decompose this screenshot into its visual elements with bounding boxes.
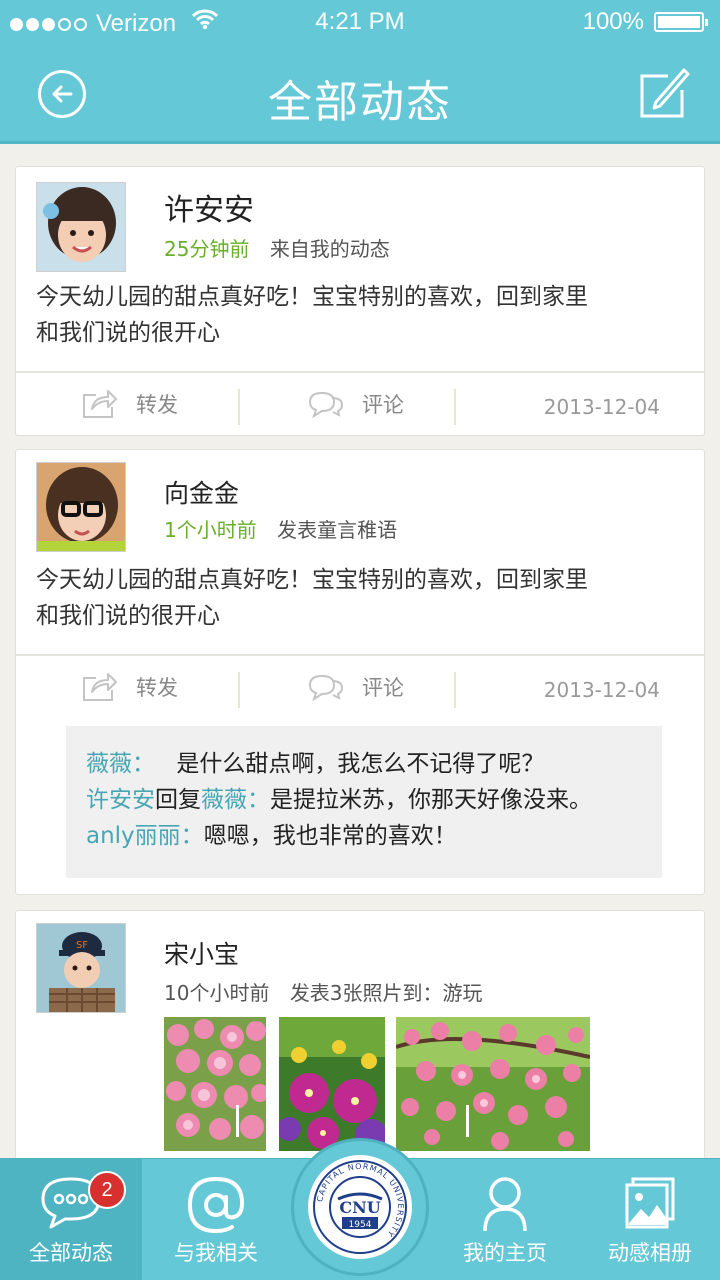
photo-album-icon: [580, 1175, 720, 1231]
post-card: SF 宋小宝 10个小时前 发表3张照片到：游玩: [15, 910, 705, 1170]
tab-label: 我的主页: [463, 1241, 547, 1265]
tab-label: 与我相关: [174, 1241, 258, 1265]
svg-text:SF: SF: [76, 940, 88, 951]
comment-list: 薇薇： 是什么甜点啊，我怎么不记得了呢？ 许安安回复薇薇：是提拉米苏，你那天好像…: [66, 726, 662, 878]
status-bar: Verizon 4:21 PM 100%: [0, 0, 720, 44]
post-source: 发表3张照片到：游玩: [289, 981, 483, 1005]
post-source: 发表童言稚语: [277, 518, 398, 542]
person-icon: [430, 1175, 580, 1235]
share-icon: [83, 673, 117, 701]
tab-my-homepage[interactable]: 我的主页: [430, 1159, 580, 1280]
compose-button[interactable]: [638, 66, 690, 124]
time-ago: 10个小时前: [164, 981, 270, 1005]
post-text-line: 和我们说的很开心: [36, 320, 220, 346]
svg-text:CNU: CNU: [339, 1198, 380, 1217]
forward-label: 转发: [136, 393, 178, 417]
svg-text:1954: 1954: [349, 1220, 372, 1230]
post-date: 2013-12-04: [543, 395, 660, 419]
comment-user[interactable]: anly丽丽：: [86, 823, 204, 849]
avatar[interactable]: [36, 462, 126, 552]
photo-thumbnail[interactable]: [164, 1017, 266, 1151]
post-meta: 10个小时前 发表3张照片到：游玩: [164, 977, 483, 1006]
comment-label: 评论: [362, 393, 404, 417]
comment-label: 评论: [362, 676, 404, 700]
forward-label: 转发: [136, 676, 178, 700]
comment-text: 是什么甜点啊，我怎么不记得了呢？: [176, 751, 545, 777]
post-text-line: 今天幼儿园的甜点真好吃！宝宝特别的喜欢，回到家里: [36, 567, 588, 593]
forward-button[interactable]: 转发: [82, 389, 178, 419]
page-title: 全部动态: [268, 77, 452, 128]
comment-button[interactable]: 评论: [308, 389, 404, 419]
forward-button[interactable]: 转发: [82, 672, 178, 702]
reply-word: 回复: [155, 787, 201, 813]
avatar[interactable]: SF: [36, 923, 126, 1013]
comment-icon: [308, 674, 344, 701]
divider: [454, 389, 456, 425]
comment-text: 嗯嗯，我也非常的喜欢！: [203, 823, 457, 849]
comment-button[interactable]: 评论: [308, 672, 404, 702]
photo-thumbnail[interactable]: [396, 1017, 590, 1151]
battery-percent: 100%: [582, 8, 644, 35]
post-text: 今天幼儿园的甜点真好吃！宝宝特别的喜欢，回到家里 和我们说的很开心: [36, 279, 686, 351]
post-text: 今天幼儿园的甜点真好吃！宝宝特别的喜欢，回到家里 和我们说的很开心: [36, 562, 686, 634]
tab-label: 动感相册: [608, 1241, 692, 1265]
comment-icon: [308, 391, 344, 418]
post-date: 2013-12-04: [543, 678, 660, 702]
university-logo-button[interactable]: CAPITAL NORMAL UNIVERSITY CNU 1954: [291, 1138, 429, 1276]
comment-item[interactable]: 许安安回复薇薇：是提拉米苏，你那天好像没来。: [86, 782, 642, 818]
post-text-line: 今天幼儿园的甜点真好吃！宝宝特别的喜欢，回到家里: [36, 284, 588, 310]
comment-user[interactable]: 许安安: [86, 787, 155, 813]
post-card: 向金金 1个小时前 发表童言稚语 今天幼儿园的甜点真好吃！宝宝特别的喜欢，回到家…: [15, 449, 705, 895]
tab-related-to-me[interactable]: 与我相关: [142, 1159, 290, 1280]
at-sign-icon: [142, 1175, 290, 1235]
nav-header: 全部动态: [0, 44, 720, 144]
post-meta: 1个小时前 发表童言稚语: [164, 514, 397, 543]
post-meta: 25分钟前 来自我的动态: [164, 233, 390, 262]
post-card: 许安安 25分钟前 来自我的动态 今天幼儿园的甜点真好吃！宝宝特别的喜欢，回到家…: [15, 166, 705, 436]
time-ago: 25分钟前: [164, 237, 250, 261]
user-name[interactable]: 宋小宝: [164, 935, 239, 971]
time-ago: 1个小时前: [164, 518, 257, 542]
avatar[interactable]: [36, 182, 126, 272]
post-source: 来自我的动态: [269, 237, 390, 261]
battery-icon: [654, 12, 708, 32]
post-actions: 转发 评论 2013-12-04: [16, 371, 704, 437]
post-text-line: 和我们说的很开心: [36, 603, 220, 629]
tab-all-updates[interactable]: 2 全部动态: [0, 1159, 142, 1280]
university-seal-icon: CAPITAL NORMAL UNIVERSITY CNU 1954: [308, 1155, 412, 1259]
notification-badge: 2: [88, 1171, 126, 1209]
share-icon: [83, 390, 117, 418]
divider: [454, 672, 456, 708]
comment-text: 是提拉米苏，你那天好像没来。: [270, 787, 592, 813]
post-actions: 转发 评论 2013-12-04: [16, 654, 704, 720]
tab-photo-album[interactable]: 动感相册: [580, 1159, 720, 1280]
divider: [238, 389, 240, 425]
divider: [238, 672, 240, 708]
tab-label: 全部动态: [29, 1241, 113, 1265]
comment-item[interactable]: anly丽丽：嗯嗯，我也非常的喜欢！: [86, 818, 642, 854]
reply-to-user[interactable]: 薇薇：: [201, 787, 270, 813]
user-name[interactable]: 许安安: [164, 185, 254, 229]
comment-user[interactable]: 薇薇：: [86, 751, 155, 777]
comment-item[interactable]: 薇薇： 是什么甜点啊，我怎么不记得了呢？: [86, 746, 642, 782]
edit-icon: [640, 68, 690, 118]
photo-thumbnail[interactable]: [279, 1017, 385, 1151]
user-name[interactable]: 向金金: [164, 474, 239, 510]
